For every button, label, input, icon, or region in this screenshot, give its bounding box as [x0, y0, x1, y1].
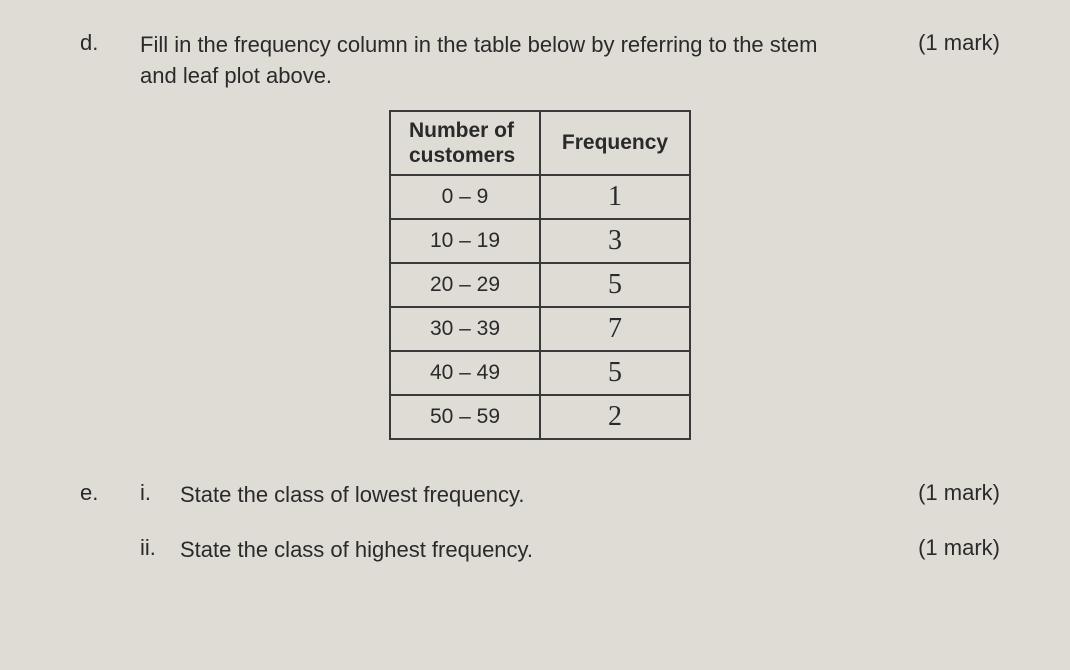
question-e-ii-marks: (1 mark)	[918, 535, 1000, 561]
question-e-i-text: State the class of lowest frequency.	[180, 480, 898, 511]
table-row: 40 – 49 5	[390, 351, 690, 395]
table-header-customers: Number of customers	[390, 111, 540, 175]
frequency-table-wrap: Number of customers Frequency 0 – 9 1 10…	[80, 110, 1000, 440]
range-cell: 30 – 39	[390, 307, 540, 351]
table-row: 0 – 9 1	[390, 175, 690, 219]
question-e-ii-label: ii.	[140, 535, 180, 561]
freq-cell: 5	[540, 351, 690, 395]
question-d-label: d.	[80, 30, 140, 56]
freq-cell: 3	[540, 219, 690, 263]
range-cell: 20 – 29	[390, 263, 540, 307]
question-e-i-row: e. i. State the class of lowest frequenc…	[80, 480, 1000, 511]
range-cell: 0 – 9	[390, 175, 540, 219]
question-d-row: d. Fill in the frequency column in the t…	[80, 30, 1000, 92]
table-header-frequency-text: Frequency	[562, 131, 668, 154]
question-e-ii-row: ii. State the class of highest frequency…	[80, 535, 1000, 566]
freq-cell: 1	[540, 175, 690, 219]
range-cell: 50 – 59	[390, 395, 540, 439]
table-header-frequency: Frequency	[540, 111, 690, 175]
frequency-table: Number of customers Frequency 0 – 9 1 10…	[389, 110, 691, 440]
question-e-ii-text: State the class of highest frequency.	[180, 535, 898, 566]
table-row: 10 – 19 3	[390, 219, 690, 263]
freq-cell: 2	[540, 395, 690, 439]
question-e-i-marks: (1 mark)	[918, 480, 1000, 506]
question-e-label: e.	[80, 480, 140, 506]
range-cell: 40 – 49	[390, 351, 540, 395]
range-cell: 10 – 19	[390, 219, 540, 263]
table-header-customers-text: Number of customers	[409, 119, 515, 167]
table-row: 50 – 59 2	[390, 395, 690, 439]
freq-cell: 7	[540, 307, 690, 351]
question-d-marks: (1 mark)	[918, 30, 1000, 56]
question-e-i-label: i.	[140, 480, 180, 506]
question-d-text: Fill in the frequency column in the tabl…	[140, 30, 898, 92]
table-row: 30 – 39 7	[390, 307, 690, 351]
question-d-text-line1: Fill in the frequency column in the tabl…	[140, 32, 817, 57]
table-row: 20 – 29 5	[390, 263, 690, 307]
question-d-text-line2: and leaf plot above.	[140, 63, 332, 88]
question-e-block: e. i. State the class of lowest frequenc…	[80, 480, 1000, 566]
freq-cell: 5	[540, 263, 690, 307]
table-header-row: Number of customers Frequency	[390, 111, 690, 175]
